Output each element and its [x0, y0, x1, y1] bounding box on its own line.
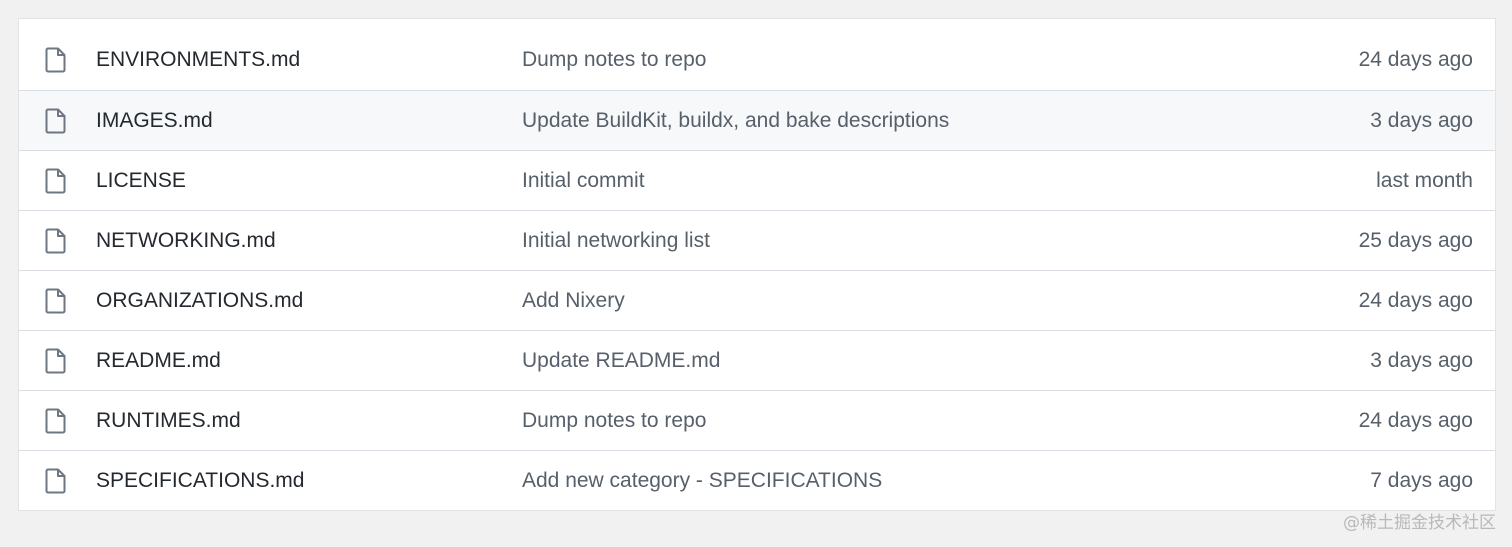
file-icon — [45, 228, 67, 254]
file-name-link[interactable]: RUNTIMES.md — [96, 409, 241, 433]
file-icon — [45, 47, 67, 73]
commit-message-link[interactable]: Update README.md — [522, 349, 720, 373]
commit-age: 3 days ago — [1370, 108, 1473, 132]
commit-message-link[interactable]: Dump notes to repo — [522, 48, 706, 72]
file-row[interactable]: RUNTIMES.md Dump notes to repo 24 days a… — [19, 390, 1495, 450]
file-row[interactable]: SPECIFICATIONS.md Add new category - SPE… — [19, 450, 1495, 510]
file-icon — [45, 108, 67, 134]
file-row[interactable]: LICENSE Initial commit last month — [19, 150, 1495, 210]
commit-age: 24 days ago — [1358, 47, 1473, 71]
file-row[interactable]: ENVIRONMENTS.md Dump notes to repo 24 da… — [19, 19, 1495, 90]
commit-age: 25 days ago — [1358, 228, 1473, 252]
file-icon — [45, 468, 67, 494]
commit-message-link[interactable]: Update BuildKit, buildx, and bake descri… — [522, 109, 949, 133]
file-icon — [45, 348, 67, 374]
file-icon — [45, 288, 67, 314]
commit-age: 24 days ago — [1358, 408, 1473, 432]
file-row[interactable]: ORGANIZATIONS.md Add Nixery 24 days ago — [19, 270, 1495, 330]
commit-age: 24 days ago — [1358, 288, 1473, 312]
file-name-link[interactable]: LICENSE — [96, 169, 186, 193]
file-list: ENVIRONMENTS.md Dump notes to repo 24 da… — [18, 18, 1496, 511]
file-row[interactable]: NETWORKING.md Initial networking list 25… — [19, 210, 1495, 270]
commit-age: last month — [1376, 168, 1473, 192]
commit-age: 3 days ago — [1370, 348, 1473, 372]
file-name-link[interactable]: ORGANIZATIONS.md — [96, 289, 303, 313]
file-name-link[interactable]: README.md — [96, 349, 221, 373]
file-name-link[interactable]: IMAGES.md — [96, 109, 213, 133]
commit-age: 7 days ago — [1370, 468, 1473, 492]
watermark: @稀土掘金技术社区 — [1343, 513, 1496, 533]
file-row[interactable]: README.md Update README.md 3 days ago — [19, 330, 1495, 390]
file-row[interactable]: IMAGES.md Update BuildKit, buildx, and b… — [19, 90, 1495, 150]
file-name-link[interactable]: SPECIFICATIONS.md — [96, 469, 304, 493]
file-name-link[interactable]: NETWORKING.md — [96, 229, 276, 253]
commit-message-link[interactable]: Add Nixery — [522, 289, 625, 313]
commit-message-link[interactable]: Dump notes to repo — [522, 409, 706, 433]
file-name-link[interactable]: ENVIRONMENTS.md — [96, 48, 300, 72]
commit-message-link[interactable]: Add new category - SPECIFICATIONS — [522, 469, 882, 493]
file-icon — [45, 408, 67, 434]
file-icon — [45, 168, 67, 194]
commit-message-link[interactable]: Initial commit — [522, 169, 645, 193]
commit-message-link[interactable]: Initial networking list — [522, 229, 710, 253]
